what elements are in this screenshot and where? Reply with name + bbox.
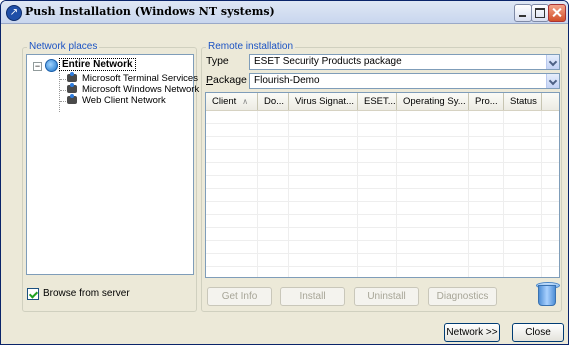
table-body[interactable] bbox=[206, 111, 559, 277]
column-header-virus-signature[interactable]: Virus Signat... bbox=[289, 93, 358, 110]
column-header-product[interactable]: Pro... bbox=[469, 93, 504, 110]
browse-from-server-checkbox[interactable] bbox=[27, 288, 39, 300]
network-tree[interactable]: − Entire Network Microsoft Terminal Serv… bbox=[26, 54, 199, 275]
network-icon bbox=[67, 94, 77, 104]
app-icon: ↗ bbox=[6, 5, 22, 21]
network-icon bbox=[67, 83, 77, 93]
chevron-down-icon[interactable] bbox=[546, 55, 559, 69]
close-window-button[interactable] bbox=[548, 4, 566, 22]
push-installation-window: ↗ Push Installation (Windows NT systems)… bbox=[0, 0, 569, 345]
sort-ascending-icon: ∧ bbox=[242, 97, 249, 106]
network-button[interactable]: Network >> bbox=[444, 323, 500, 342]
package-label: Package bbox=[206, 74, 247, 86]
table-header: Client ∧ Do... Virus Signat... ESET... Op… bbox=[206, 93, 559, 111]
network-places-label: Network places bbox=[27, 41, 100, 52]
window-title: Push Installation (Windows NT systems) bbox=[25, 5, 275, 18]
tree-item-web-client-network[interactable]: Web Client Network bbox=[60, 94, 200, 107]
title-bar[interactable]: ↗ Push Installation (Windows NT systems) bbox=[1, 1, 568, 24]
globe-icon bbox=[45, 59, 58, 72]
column-header-status[interactable]: Status bbox=[504, 93, 542, 110]
chevron-down-icon[interactable] bbox=[546, 74, 559, 88]
column-header-eset[interactable]: ESET... bbox=[358, 93, 397, 110]
column-header-domain[interactable]: Do... bbox=[258, 93, 289, 110]
package-value: Flourish-Demo bbox=[254, 75, 320, 86]
trash-icon[interactable] bbox=[536, 282, 560, 306]
minimize-button[interactable] bbox=[514, 4, 532, 22]
type-label: Type bbox=[206, 55, 229, 67]
tree-item-label: Web Client Network bbox=[82, 95, 166, 106]
close-button[interactable]: Close bbox=[512, 323, 564, 342]
tree-root-label: Entire Network bbox=[59, 58, 136, 71]
package-select[interactable]: Flourish-Demo bbox=[249, 73, 560, 89]
network-icon bbox=[67, 72, 77, 82]
remote-installation-label: Remote installation bbox=[206, 41, 296, 52]
column-header-client[interactable]: Client ∧ bbox=[206, 93, 258, 110]
browse-from-server-label[interactable]: Browse from server bbox=[43, 288, 130, 299]
type-value: ESET Security Products package bbox=[254, 56, 402, 67]
type-select[interactable]: ESET Security Products package bbox=[249, 54, 560, 70]
tree-item-label: Microsoft Terminal Services bbox=[82, 73, 198, 84]
install-button[interactable]: Install bbox=[280, 287, 345, 306]
clients-table[interactable]: Client ∧ Do... Virus Signat... ESET... Op… bbox=[205, 92, 560, 278]
uninstall-button[interactable]: Uninstall bbox=[354, 287, 419, 306]
maximize-button[interactable] bbox=[531, 4, 549, 22]
column-header-operating-system[interactable]: Operating Sy... bbox=[397, 93, 469, 110]
collapse-icon[interactable]: − bbox=[33, 62, 42, 71]
tree-item-label: Microsoft Windows Network bbox=[82, 84, 200, 95]
diagnostics-button[interactable]: Diagnostics bbox=[428, 287, 497, 306]
get-info-button[interactable]: Get Info bbox=[207, 287, 272, 306]
